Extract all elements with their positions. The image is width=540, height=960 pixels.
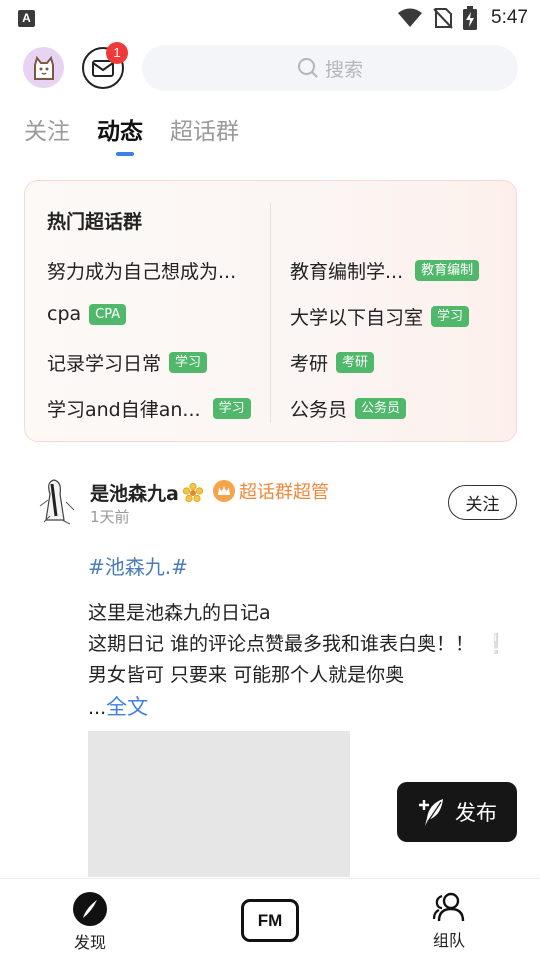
post-image[interactable] — [88, 731, 350, 877]
group-name: 考研 — [290, 353, 329, 375]
post-topic-link[interactable]: #池森九.# — [88, 551, 188, 580]
group-name: 努力成为自己想成为... — [47, 261, 237, 283]
group-tag: 教育编制 — [415, 260, 480, 281]
super-admin-badge: 超话群超管 — [213, 478, 329, 504]
hot-group-item[interactable]: 努力成为自己想成为... — [47, 257, 236, 284]
user-avatar[interactable] — [23, 47, 64, 88]
group-name: 公务员 — [290, 399, 348, 421]
cat-avatar-icon — [33, 55, 54, 80]
full-text-link[interactable]: 全文 — [106, 695, 148, 719]
admin-label: 超话群超管 — [239, 482, 329, 503]
search-bar[interactable]: 搜索 — [142, 45, 518, 91]
crown-icon — [213, 480, 235, 502]
author-name: 是池森九a — [90, 483, 179, 505]
group-tag: 学习 — [212, 398, 251, 419]
fm-button[interactable]: FM — [241, 899, 299, 942]
hot-groups-title: 热门超话群 — [47, 211, 143, 233]
flower-icon — [182, 482, 203, 502]
feather-plus-icon — [419, 799, 443, 826]
top-tabs: 关注 动态 超话群 — [24, 112, 239, 146]
tab-follow[interactable]: 关注 — [24, 112, 70, 146]
nav-label: 发现 — [73, 933, 106, 952]
team-icon — [432, 892, 465, 922]
publish-label: 发布 — [455, 801, 497, 825]
message-count-badge: 1 — [106, 42, 128, 64]
group-tag: 学习 — [169, 352, 208, 373]
app-notification-icon: A — [18, 10, 35, 27]
follow-button[interactable]: 关注 — [448, 485, 517, 520]
post-text-line: 这里是池森九的日记a — [88, 602, 271, 624]
sketch-avatar-icon — [39, 479, 75, 525]
battery-charging-icon — [463, 6, 478, 30]
hot-group-item[interactable]: 大学以下自习室 学习 — [290, 303, 470, 330]
post-author-name[interactable]: 是池森九a — [90, 479, 204, 506]
compass-icon — [73, 892, 107, 926]
group-tag: 公务员 — [355, 398, 407, 419]
publish-button[interactable]: 发布 — [397, 782, 517, 842]
fm-label: FM — [257, 910, 283, 930]
ellipsis: ... — [88, 697, 107, 719]
group-tag: 考研 — [336, 352, 375, 373]
group-name: 教育编制学... — [290, 261, 404, 283]
active-tab-indicator — [116, 152, 134, 156]
divider — [270, 203, 271, 423]
group-tag: CPA — [89, 303, 127, 325]
status-bar: A 5:47 — [0, 0, 540, 36]
hot-group-item[interactable]: 教育编制学... 教育编制 — [290, 257, 480, 284]
hot-group-item[interactable]: 记录学习日常 学习 — [47, 349, 208, 376]
hot-group-item[interactable]: 公务员 公务员 — [290, 395, 407, 422]
search-placeholder: 搜索 — [324, 58, 363, 81]
hot-group-item[interactable]: 学习and自律an... 学习 — [47, 395, 251, 422]
post-text: 这期日记 谁的评论点赞最多我和谁表白奥！！ — [88, 633, 475, 655]
bottom-navigation: 发现 FM 组队 — [0, 878, 540, 960]
hot-group-item[interactable]: cpa CPA — [47, 303, 127, 325]
hot-group-item[interactable]: 考研 考研 — [290, 349, 375, 376]
post-text-line: 这期日记 谁的评论点赞最多我和谁表白奥！！ ❕ — [88, 629, 508, 656]
status-icons: 5:47 — [397, 6, 528, 30]
nav-label: 组队 — [432, 931, 465, 950]
wifi-icon — [398, 8, 423, 27]
group-tag: 学习 — [431, 306, 470, 327]
group-name: 大学以下自习室 — [290, 307, 424, 329]
post-text-line: 男女皆可 只要来 可能那个人就是你奥 — [88, 664, 405, 686]
group-name: cpa — [47, 303, 82, 325]
no-sim-icon — [433, 8, 453, 29]
tab-super-groups[interactable]: 超话群 — [170, 112, 239, 146]
post-timestamp: 1天前 — [90, 508, 130, 526]
clock: 5:47 — [491, 7, 528, 28]
post-more-line: ...全文 — [88, 691, 148, 721]
exclamation-emoji: ❕ — [484, 633, 508, 655]
group-name: 记录学习日常 — [47, 353, 162, 375]
hot-groups-card: 热门超话群 努力成为自己想成为... cpa CPA 记录学习日常 学习 学习a… — [24, 180, 517, 442]
nav-team[interactable]: 组队 — [431, 891, 467, 951]
search-icon — [297, 58, 318, 78]
tab-feed[interactable]: 动态 — [97, 112, 143, 146]
post-author-avatar[interactable] — [32, 476, 78, 528]
nav-discover[interactable]: 发现 — [72, 891, 108, 953]
group-name: 学习and自律an... — [47, 399, 201, 421]
